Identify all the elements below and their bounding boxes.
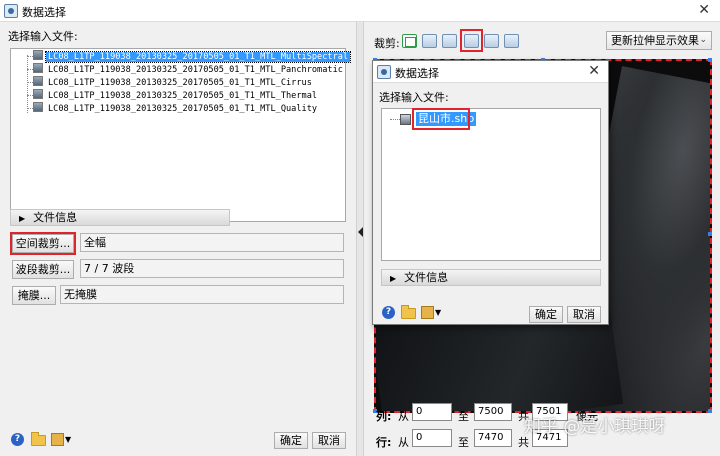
crop-handle[interactable] — [708, 58, 712, 62]
column-label: 列: — [376, 410, 392, 423]
sub-ok-button[interactable]: 确定 — [529, 306, 563, 323]
close-icon[interactable]: ✕ — [698, 2, 710, 18]
spectral-subset-button[interactable]: 波段裁剪... — [12, 260, 74, 279]
crop-image-icon[interactable] — [422, 34, 437, 48]
sub-cancel-button[interactable]: 取消 — [567, 306, 601, 323]
raster-file-icon — [33, 63, 43, 73]
raster-file-icon — [33, 102, 43, 112]
raster-file-icon — [33, 89, 43, 99]
sub-file-info-expander[interactable]: ▶ 文件信息 — [381, 269, 601, 286]
raster-file-icon — [33, 50, 43, 60]
close-icon[interactable]: ✕ — [588, 63, 600, 79]
list-item[interactable]: LC08_L1TP_119038_20130325_20170505_01_T1… — [33, 76, 314, 89]
crop-handle[interactable] — [708, 409, 712, 413]
crop-handle[interactable] — [708, 232, 712, 236]
from-label: 从 — [398, 436, 409, 449]
sub-input-file-label: 选择输入文件: — [379, 91, 449, 104]
mask-button[interactable]: 掩膜... — [12, 286, 56, 305]
toolbox-icon[interactable]: ▼ — [51, 433, 71, 446]
tree-connector — [27, 55, 28, 113]
spatial-subset-value: 全幅 — [80, 233, 344, 252]
watermark: 知乎 @是小琪琪呀 — [524, 417, 666, 437]
list-item[interactable]: LC08_L1TP_119038_20130325_20170505_01_T1… — [33, 50, 352, 63]
row-to-input[interactable]: 7470 — [474, 429, 512, 447]
from-label: 从 — [398, 410, 409, 423]
help-icon[interactable]: ? — [11, 433, 24, 446]
raster-file-icon — [33, 76, 43, 86]
panel-splitter[interactable] — [356, 22, 364, 456]
window-titlebar: 数据选择 ✕ — [0, 0, 720, 22]
app-icon — [4, 4, 18, 18]
list-item[interactable]: LC08_L1TP_119038_20130325_20170505_01_T1… — [33, 102, 319, 115]
shapefile-icon — [400, 114, 411, 125]
cancel-button[interactable]: 取消 — [312, 432, 346, 449]
help-icon[interactable]: ? — [382, 306, 395, 319]
collapse-arrow-icon[interactable] — [358, 227, 363, 237]
app-icon — [377, 65, 391, 79]
folder-icon[interactable] — [401, 305, 416, 319]
crop-label: 裁剪: — [374, 37, 400, 50]
left-panel: 选择输入文件: LC08_L1TP_119038_20130325_201705… — [0, 22, 356, 456]
chevron-down-icon: ⌄ — [699, 35, 707, 45]
ok-button[interactable]: 确定 — [274, 432, 308, 449]
to-label: 至 — [458, 436, 469, 449]
crop-reset-icon[interactable] — [504, 34, 519, 48]
sub-dialog-title: 数据选择 — [395, 67, 439, 80]
right-panel: 裁剪: 更新拉伸显示效果 ⌄ 数据选择 ✕ 选择输入文件: 昆山市.shp ▶ … — [364, 22, 720, 456]
sub-input-file-list[interactable]: 昆山市.shp — [381, 108, 601, 261]
column-to-input[interactable]: 7500 — [474, 403, 512, 421]
row-from-input[interactable]: 0 — [412, 429, 452, 447]
highlight-box — [10, 232, 76, 255]
folder-icon[interactable] — [31, 432, 46, 446]
mask-value: 无掩膜 — [60, 285, 344, 304]
triangle-right-icon: ▶ — [19, 214, 26, 223]
file-info-expander[interactable]: ▶ 文件信息 — [10, 209, 230, 226]
input-file-list[interactable]: LC08_L1TP_119038_20130325_20170505_01_T1… — [10, 48, 352, 222]
spectral-subset-value: 7 / 7 波段 — [80, 259, 344, 278]
input-file-label: 选择输入文件: — [8, 30, 78, 43]
sub-dialog: 数据选择 ✕ 选择输入文件: 昆山市.shp ▶ 文件信息 ? ▼ 确定 取消 — [372, 60, 609, 325]
crop-roi-icon[interactable] — [484, 34, 499, 48]
list-item[interactable]: LC08_L1TP_119038_20130325_20170505_01_T1… — [33, 63, 345, 76]
toolbox-icon[interactable]: ▼ — [421, 306, 441, 319]
sub-dialog-titlebar: 数据选择 ✕ — [373, 61, 608, 83]
to-label: 至 — [458, 410, 469, 423]
list-item[interactable]: LC08_L1TP_119038_20130325_20170505_01_T1… — [33, 89, 319, 102]
window-title: 数据选择 — [22, 6, 66, 19]
row-label: 行: — [376, 436, 392, 449]
column-from-input[interactable]: 0 — [412, 403, 452, 421]
highlight-box — [412, 108, 470, 130]
crop-layer-icon[interactable] — [442, 34, 457, 48]
stretch-dropdown[interactable]: 更新拉伸显示效果 ⌄ — [606, 31, 712, 50]
highlight-box — [460, 29, 483, 52]
triangle-right-icon: ▶ — [390, 274, 397, 283]
crop-rect-icon[interactable] — [402, 34, 417, 48]
